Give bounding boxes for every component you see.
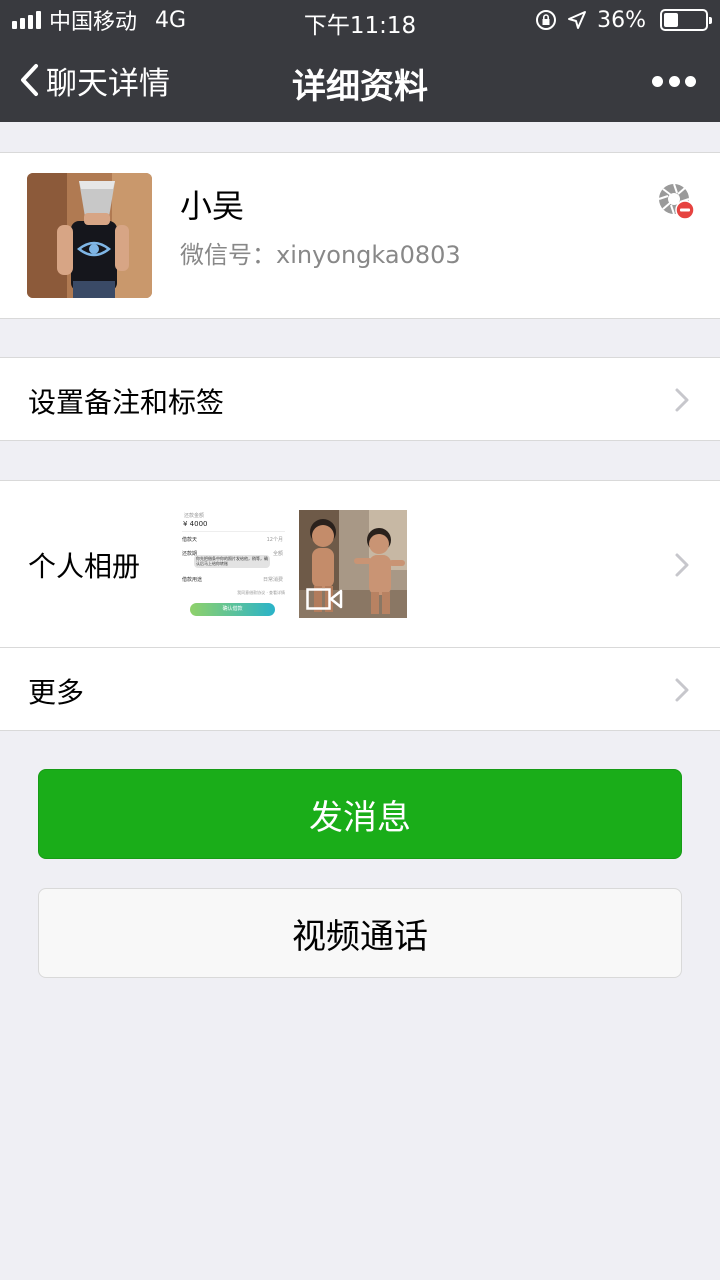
thumb-line1-label: 借款天 [182,537,198,543]
top-bar: 中国移动 4G 下午11:18 36% 聊天详情 详细资料 [0,0,720,122]
location-icon [568,11,587,29]
chevron-right-icon [675,678,689,702]
send-message-button[interactable]: 发消息 [38,769,682,859]
thumb-amount: ¥ 4000 [183,520,208,528]
wechat-id: 微信号：xinyongka0803 [180,241,461,269]
more-dot-icon [652,75,663,87]
thumb-confirm-button: 确认借款 [190,603,275,616]
album-thumbnail-video[interactable] [299,510,407,618]
chevron-right-icon [675,553,689,577]
status-right: 36% [535,6,712,34]
profile-name: 小吴 [180,187,245,225]
album-section: 个人相册 还款金额 ¥ 4000 借款天 12个月 还款期 全额 你先把借条中你… [0,480,720,731]
album-thumbnail-screenshot[interactable]: 还款金额 ¥ 4000 借款天 12个月 还款期 全额 你先把借条中你的照片发给… [180,510,287,617]
moments-blocked-icon [658,183,694,219]
remark-tags-label: 设置备注和标签 [28,386,225,419]
thumb-chat-bubble: 你先把借条中你的照片发给他，稍等，确认后马上给你转账 [194,555,270,568]
thumb-divider [182,531,285,532]
rotation-lock-icon [536,10,557,30]
thumb-note: 我同意借款协议 · 查看详情 [237,590,285,595]
more-dot-icon [668,75,680,87]
battery-percent: 36% [597,7,646,33]
more-options-button[interactable] [652,64,696,98]
remark-tags-row[interactable]: 设置备注和标签 [0,357,720,441]
more-row[interactable]: 更多 [0,648,720,731]
video-call-button[interactable]: 视频通话 [38,888,682,978]
nav-bar: 聊天详情 详细资料 [0,40,720,122]
video-icon [306,588,343,610]
status-bar: 中国移动 4G 下午11:18 36% [0,0,720,40]
page-title: 详细资料 [292,67,428,107]
chevron-right-icon [675,388,689,412]
profile-card: 小吴 微信号：xinyongka0803 [0,152,720,319]
more-label: 更多 [28,676,85,709]
personal-album-label: 个人相册 [28,550,141,583]
thumb-heading: 还款金额 [184,513,205,519]
thumb-line2-value: 全额 [272,551,283,557]
battery-icon [660,9,712,31]
thumb-line3-label: 借款用途 [182,577,203,583]
personal-album-row[interactable]: 个人相册 还款金额 ¥ 4000 借款天 12个月 还款期 全额 你先把借条中你… [0,481,720,647]
avatar[interactable] [27,173,152,298]
more-dot-icon [685,75,696,87]
thumb-line3-value: 日常消费 [262,577,283,583]
battery-fill [664,13,678,27]
thumb-line1-value: 12个月 [266,537,283,543]
